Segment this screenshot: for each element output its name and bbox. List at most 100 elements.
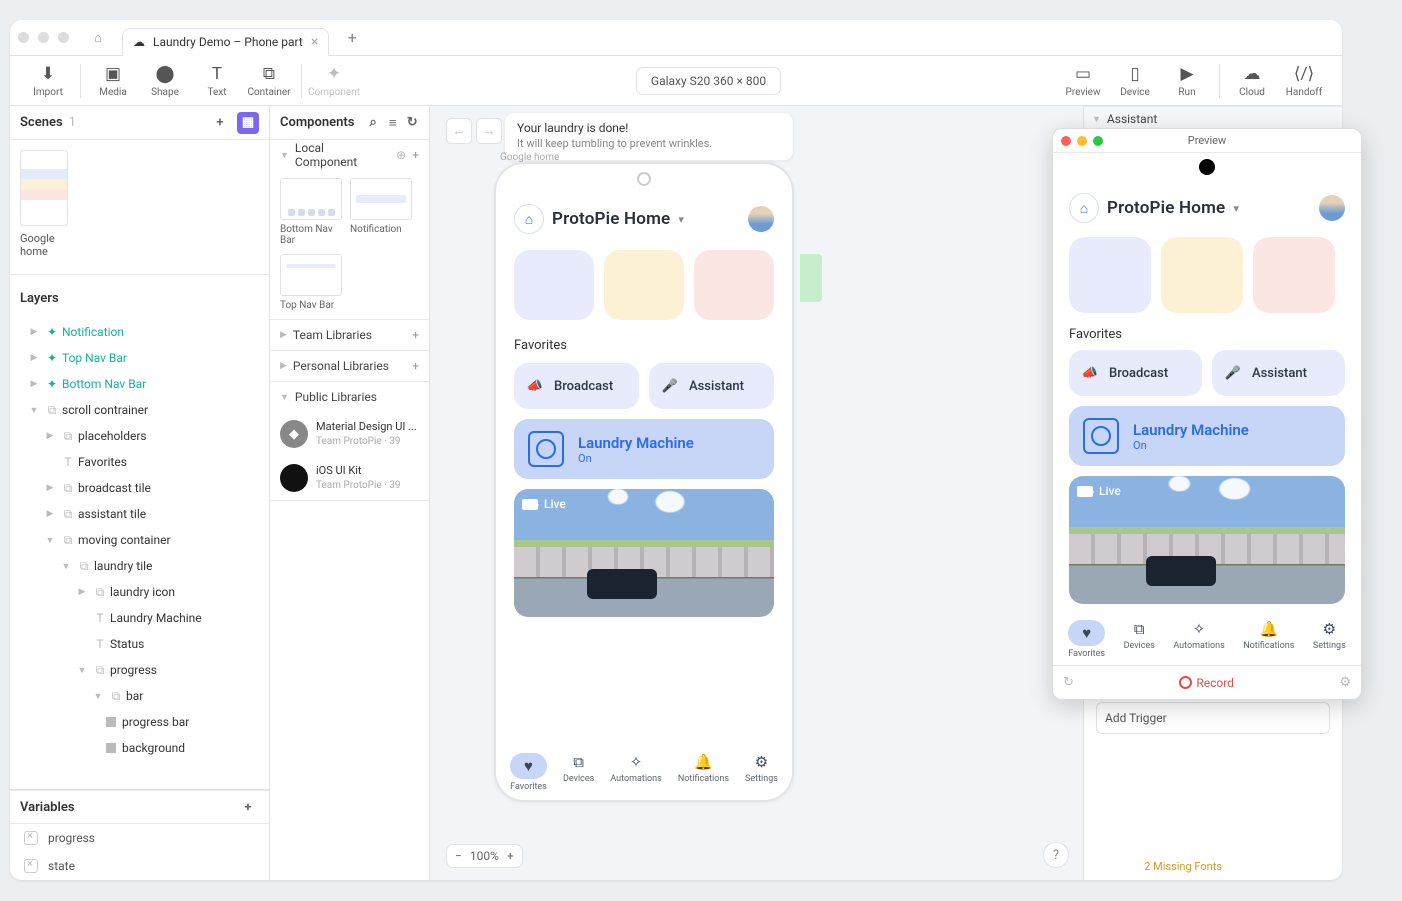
layer-top-nav-bar[interactable]: ▶✦Top Nav Bar bbox=[10, 345, 269, 371]
layer-broadcast-tile[interactable]: ▶⧉broadcast tile bbox=[10, 475, 269, 501]
placeholder-tile[interactable] bbox=[514, 250, 594, 320]
home-tab-button[interactable]: ⌂ bbox=[86, 26, 110, 50]
layer-background[interactable]: background bbox=[10, 735, 269, 761]
tool-media[interactable]: ▣Media bbox=[87, 64, 139, 98]
placeholder-tile[interactable] bbox=[1161, 237, 1243, 313]
refresh-icon[interactable]: ↻ bbox=[405, 112, 419, 134]
gear-icon[interactable]: ⚙ bbox=[1339, 675, 1351, 690]
chevron-down-icon[interactable]: ▾ bbox=[1233, 202, 1239, 215]
nav-notifications[interactable]: 🔔Notifications bbox=[678, 753, 729, 792]
record-button[interactable]: Record bbox=[1179, 676, 1234, 690]
assistant-tile[interactable]: 🎤Assistant bbox=[1212, 350, 1345, 396]
search-icon[interactable]: ⌕ bbox=[366, 112, 380, 134]
traffic-light-zoom[interactable] bbox=[58, 32, 69, 43]
placeholder-tile[interactable] bbox=[694, 250, 774, 320]
device-selector[interactable]: Galaxy S20 360 × 800 bbox=[636, 67, 781, 95]
chevron-down-icon[interactable]: ▾ bbox=[678, 213, 684, 226]
laundry-tile[interactable]: Laundry Machine On bbox=[1069, 406, 1345, 466]
team-libraries-header[interactable]: ▶Team Libraries+ bbox=[270, 320, 429, 350]
add-variable-button[interactable]: + bbox=[237, 796, 259, 818]
layer-progress-bar[interactable]: progress bar bbox=[10, 709, 269, 735]
nav-settings[interactable]: ⚙Settings bbox=[745, 753, 778, 792]
layer-moving-container[interactable]: ▼⧉moving container bbox=[10, 527, 269, 553]
layer-assistant-tile[interactable]: ▶⧉assistant tile bbox=[10, 501, 269, 527]
personal-libraries-header[interactable]: ▶Personal Libraries+ bbox=[270, 351, 429, 381]
add-tab-button[interactable]: + bbox=[341, 27, 363, 49]
add-lib-button[interactable]: + bbox=[412, 328, 419, 342]
layer-laundry-tile[interactable]: ▼⧉laundry tile bbox=[10, 553, 269, 579]
library-material[interactable]: ◆ Material Design UI ...Team ProtoPie · … bbox=[270, 412, 429, 456]
scene-thumbnail[interactable]: Google home bbox=[20, 150, 68, 258]
add-lib-button[interactable]: + bbox=[412, 359, 419, 373]
layer-laundry-machine[interactable]: TLaundry Machine bbox=[10, 605, 269, 631]
public-libraries-header[interactable]: ▼Public Libraries bbox=[270, 382, 429, 412]
tool-shape[interactable]: ⬤Shape bbox=[139, 64, 191, 98]
layer-placeholders[interactable]: ▶⧉placeholders bbox=[10, 423, 269, 449]
layer-favorites[interactable]: TFavorites bbox=[10, 449, 269, 475]
nav-favorites[interactable]: ♥Favorites bbox=[1068, 620, 1105, 659]
help-button[interactable]: ? bbox=[1043, 842, 1069, 868]
zoom-in-button[interactable]: + bbox=[507, 849, 514, 863]
phone-frame[interactable]: ⌂ ProtoPie Home ▾ Favorites 📣Broadcast 🎤… bbox=[494, 162, 794, 802]
layer-laundry-icon[interactable]: ▶⧉laundry icon bbox=[10, 579, 269, 605]
nav-settings[interactable]: ⚙Settings bbox=[1313, 620, 1346, 659]
preview-window[interactable]: Preview ⌂ ProtoPie Home ▾ Favorites 📣Bro… bbox=[1052, 128, 1362, 700]
tool-device[interactable]: ▯Device bbox=[1109, 64, 1161, 98]
nav-automations[interactable]: ✧Automations bbox=[1173, 620, 1224, 659]
nav-favorites[interactable]: ♥Favorites bbox=[510, 753, 547, 792]
nav-automations[interactable]: ✧Automations bbox=[610, 753, 661, 792]
component-bottom-nav[interactable]: Bottom Nav Bar bbox=[280, 178, 342, 246]
document-tab[interactable]: ☁ Laundry Demo – Phone part × bbox=[122, 28, 329, 56]
refresh-icon[interactable]: ↻ bbox=[1063, 675, 1074, 690]
layer-bar[interactable]: ▼⧉bar bbox=[10, 683, 269, 709]
canvas-forward-button[interactable]: → bbox=[476, 118, 502, 144]
layer-notification[interactable]: ▶✦Notification bbox=[10, 319, 269, 345]
zoom-control[interactable]: −100%+ bbox=[446, 844, 523, 868]
tool-cloud[interactable]: ☁Cloud bbox=[1226, 64, 1278, 98]
component-notification[interactable]: Notification bbox=[350, 178, 412, 246]
nav-devices[interactable]: ⧉Devices bbox=[1124, 620, 1155, 659]
tool-import[interactable]: ⬇Import bbox=[22, 64, 74, 98]
placeholder-tile[interactable] bbox=[1253, 237, 1335, 313]
canvas[interactable]: ← → Your laundry is done! It will keep t… bbox=[430, 106, 1084, 880]
placeholder-tile[interactable] bbox=[604, 250, 684, 320]
tool-container[interactable]: ⧉Container bbox=[243, 64, 295, 98]
component-top-nav[interactable]: Top Nav Bar bbox=[280, 254, 342, 311]
tool-text[interactable]: TText bbox=[191, 64, 243, 98]
nav-devices[interactable]: ⧉Devices bbox=[563, 753, 594, 792]
library-ios[interactable]: iOS UI KitTeam ProtoPie · 39 bbox=[270, 456, 429, 500]
tool-preview[interactable]: ▭Preview bbox=[1057, 64, 1109, 98]
variable-progress[interactable]: progress bbox=[10, 824, 269, 852]
missing-fonts-warning[interactable]: 2 Missing Fonts bbox=[1144, 860, 1222, 873]
layer-bottom-nav-bar[interactable]: ▶✦Bottom Nav Bar bbox=[10, 371, 269, 397]
list-icon[interactable]: ≡ bbox=[386, 112, 400, 134]
tool-run[interactable]: ▶Run bbox=[1161, 64, 1213, 98]
nav-notifications[interactable]: 🔔Notifications bbox=[1243, 620, 1294, 659]
layer-status[interactable]: TStatus bbox=[10, 631, 269, 657]
assistant-tile[interactable]: 🎤Assistant bbox=[649, 363, 774, 409]
broadcast-tile[interactable]: 📣Broadcast bbox=[1069, 350, 1202, 396]
local-component-header[interactable]: ▼Local Component⊕+ bbox=[270, 140, 429, 170]
add-trigger-button[interactable]: Add Trigger bbox=[1096, 702, 1330, 734]
variable-state[interactable]: state bbox=[10, 852, 269, 880]
placeholder-tile[interactable] bbox=[1069, 237, 1151, 313]
preview-titlebar[interactable]: Preview bbox=[1053, 129, 1361, 153]
camera-live-tile[interactable]: Live bbox=[514, 489, 774, 617]
broadcast-tile[interactable]: 📣Broadcast bbox=[514, 363, 639, 409]
layer-scroll-container[interactable]: ▼⧉scroll contrainer bbox=[10, 397, 269, 423]
laundry-tile[interactable]: Laundry Machine On bbox=[514, 419, 774, 479]
canvas-back-button[interactable]: ← bbox=[446, 118, 472, 144]
traffic-light-close[interactable] bbox=[18, 32, 29, 43]
zoom-out-button[interactable]: − bbox=[455, 849, 462, 863]
avatar[interactable] bbox=[1319, 195, 1345, 221]
pin-icon[interactable]: ⊕ bbox=[396, 148, 406, 162]
add-scene-button[interactable]: + bbox=[209, 112, 231, 134]
add-component-button[interactable]: + bbox=[412, 148, 419, 162]
close-icon[interactable]: × bbox=[311, 34, 318, 50]
layer-progress[interactable]: ▼⧉progress bbox=[10, 657, 269, 683]
scene-grid-toggle[interactable]: ▦ bbox=[237, 112, 259, 134]
tl-section-assistant[interactable]: Assistant bbox=[1107, 112, 1157, 126]
avatar[interactable] bbox=[748, 206, 774, 232]
camera-live-tile[interactable]: Live bbox=[1069, 476, 1345, 604]
tool-handoff[interactable]: ⟨/⟩Handoff bbox=[1278, 64, 1330, 98]
